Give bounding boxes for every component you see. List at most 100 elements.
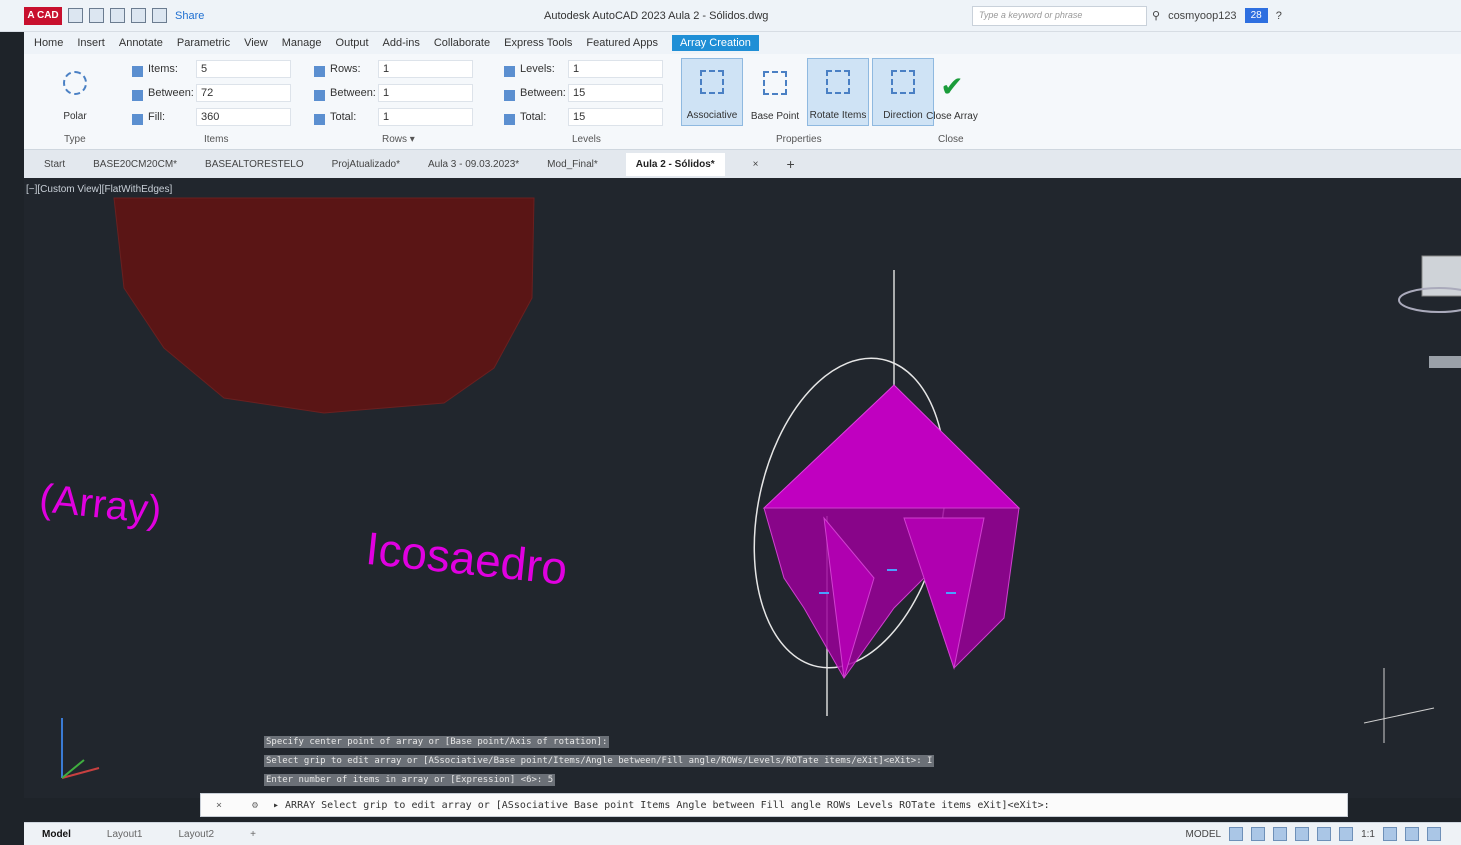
command-input[interactable]: ▸ ARRAY Select grip to edit array or [AS… <box>273 800 1050 811</box>
autocad-logo[interactable]: A CAD <box>24 6 62 25</box>
share-button[interactable]: Share <box>175 10 204 22</box>
command-log-line: Select grip to edit array or [ASsociativ… <box>264 755 935 767</box>
model-space-toggle[interactable]: MODEL <box>1186 829 1222 840</box>
fullscreen-icon[interactable] <box>1427 827 1441 841</box>
search-input[interactable]: Type a keyword or phrase <box>972 6 1147 26</box>
icosaedro-text: Icosaedro <box>363 522 569 595</box>
help-icon[interactable]: ? <box>1276 10 1282 22</box>
osnap-icon[interactable] <box>1317 827 1332 841</box>
levels-field[interactable]: 1 <box>568 60 663 78</box>
rotate-items-button[interactable]: Rotate Items <box>807 58 869 126</box>
navbar <box>1429 356 1461 368</box>
panel-title-levels: Levels <box>572 134 601 145</box>
new-icon[interactable] <box>68 8 83 23</box>
items-between-field[interactable]: 72 <box>196 84 291 102</box>
gear-icon[interactable] <box>1383 827 1397 841</box>
annotation-scale[interactable]: 1:1 <box>1361 829 1375 840</box>
tab-view[interactable]: View <box>244 37 268 49</box>
panel-title-close: Close <box>938 134 964 145</box>
associative-label: Associative <box>686 110 738 121</box>
user-name[interactable]: cosmyoop123 <box>1168 10 1237 22</box>
tab-insert[interactable]: Insert <box>77 37 105 49</box>
close-icon[interactable]: × <box>201 800 237 811</box>
customize-icon[interactable]: ⚙ <box>237 800 273 811</box>
doc-tab-modfinal[interactable]: Mod_Final* <box>547 159 598 170</box>
base-point-label: Base Point <box>750 111 800 122</box>
tab-parametric[interactable]: Parametric <box>177 37 230 49</box>
quick-access-toolbar <box>68 8 167 23</box>
doc-tab-aula3[interactable]: Aula 3 - 09.03.2023* <box>428 159 519 170</box>
icosahedron-top <box>762 384 1021 509</box>
fill-field[interactable]: 360 <box>196 108 291 126</box>
doc-tab-start[interactable]: Start <box>44 159 65 170</box>
rows-total-field[interactable]: 1 <box>378 108 473 126</box>
ribbon-tabs: Home Insert Annotate Parametric View Man… <box>24 32 1461 54</box>
tab-express-tools[interactable]: Express Tools <box>504 37 572 49</box>
grid-icon[interactable] <box>1229 827 1244 841</box>
levels-total-field[interactable]: 15 <box>568 108 663 126</box>
doc-tab-base20[interactable]: BASE20CM20CM* <box>93 159 177 170</box>
layout-tab-model[interactable]: Model <box>24 829 89 840</box>
levels-total-row: Total: 15 <box>504 107 663 127</box>
panel-title-properties: Properties <box>776 134 822 145</box>
viewcube <box>1421 255 1461 297</box>
panel-title-items: Items <box>204 134 229 145</box>
layout-tab-layout2[interactable]: Layout2 <box>160 829 232 840</box>
document-tabs: Start BASE20CM20CM* BASEALTORESTELO Proj… <box>24 150 1461 178</box>
drawing-viewport[interactable]: [−][Custom View][FlatWithEdges] (Array) … <box>24 178 1461 798</box>
save-icon[interactable] <box>110 8 125 23</box>
snap-icon[interactable] <box>1251 827 1266 841</box>
panel-title-rows[interactable]: Rows ▾ <box>382 134 415 145</box>
polar-button[interactable]: Polar <box>44 58 106 126</box>
levels-between-field[interactable]: 15 <box>568 84 663 102</box>
undo-icon[interactable] <box>152 8 167 23</box>
direction-icon <box>891 70 915 94</box>
doc-tab-proj[interactable]: ProjAtualizado* <box>332 159 400 170</box>
saveas-icon[interactable] <box>131 8 146 23</box>
tab-output[interactable]: Output <box>336 37 369 49</box>
ortho-icon[interactable] <box>1273 827 1288 841</box>
tab-addins[interactable]: Add-ins <box>383 37 420 49</box>
base-point-button[interactable]: Base Point <box>744 58 806 126</box>
close-array-button[interactable]: ✔ Close Array <box>924 58 980 126</box>
user-area: ⚲ cosmyoop123 28 ? <box>1152 8 1282 23</box>
search-icon[interactable]: ⚲ <box>1152 9 1160 22</box>
levels-between-label: Between: <box>504 87 568 101</box>
notification-badge[interactable]: 28 <box>1244 8 1268 23</box>
plus-icon[interactable] <box>1405 827 1419 841</box>
tab-featured-apps[interactable]: Featured Apps <box>586 37 658 49</box>
rows-between-label: Between: <box>314 87 378 101</box>
polar-tracking-icon[interactable] <box>1295 827 1310 841</box>
close-tab-icon[interactable]: × <box>753 159 759 170</box>
levels-between-row: Between: 15 <box>504 83 663 103</box>
dark-red-solid <box>113 197 535 414</box>
associative-button[interactable]: Associative <box>681 58 743 126</box>
add-layout-icon[interactable]: + <box>232 829 274 840</box>
tab-home[interactable]: Home <box>34 37 63 49</box>
annotation-icon[interactable] <box>1339 827 1354 841</box>
rows-between-field[interactable]: 1 <box>378 84 473 102</box>
items-between-row: Between: 72 <box>132 83 291 103</box>
items-between-label: Between: <box>132 87 196 101</box>
rows-row: Rows: 1 <box>314 59 473 79</box>
tab-collaborate[interactable]: Collaborate <box>434 37 490 49</box>
open-icon[interactable] <box>89 8 104 23</box>
window-title: Autodesk AutoCAD 2023 Aula 2 - Sólidos.d… <box>544 10 769 22</box>
tab-array-creation[interactable]: Array Creation <box>671 35 759 51</box>
levels-total-label: Total: <box>504 111 568 125</box>
ribbon: Polar Type Items: 5 Between: 72 Fill: 36… <box>24 54 1461 150</box>
command-line[interactable]: × ⚙ ▸ ARRAY Select grip to edit array or… <box>200 793 1348 817</box>
layout-tab-layout1[interactable]: Layout1 <box>89 829 161 840</box>
tab-manage[interactable]: Manage <box>282 37 322 49</box>
tab-annotate[interactable]: Annotate <box>119 37 163 49</box>
title-bar: A CAD Share Autodesk AutoCAD 2023 Aula 2… <box>0 0 1461 32</box>
rows-field[interactable]: 1 <box>378 60 473 78</box>
command-log-line: Specify center point of array or [Base p… <box>264 736 610 748</box>
items-field[interactable]: 5 <box>196 60 291 78</box>
doc-tab-basealto[interactable]: BASEALTORESTELO <box>205 159 304 170</box>
rows-between-row: Between: 1 <box>314 83 473 103</box>
items-row: Items: 5 <box>132 59 291 79</box>
new-tab-icon[interactable]: + <box>787 156 795 172</box>
status-bar: Model Layout1 Layout2 + MODEL 1:1 <box>24 822 1461 845</box>
doc-tab-aula2[interactable]: Aula 2 - Sólidos* <box>625 152 725 176</box>
